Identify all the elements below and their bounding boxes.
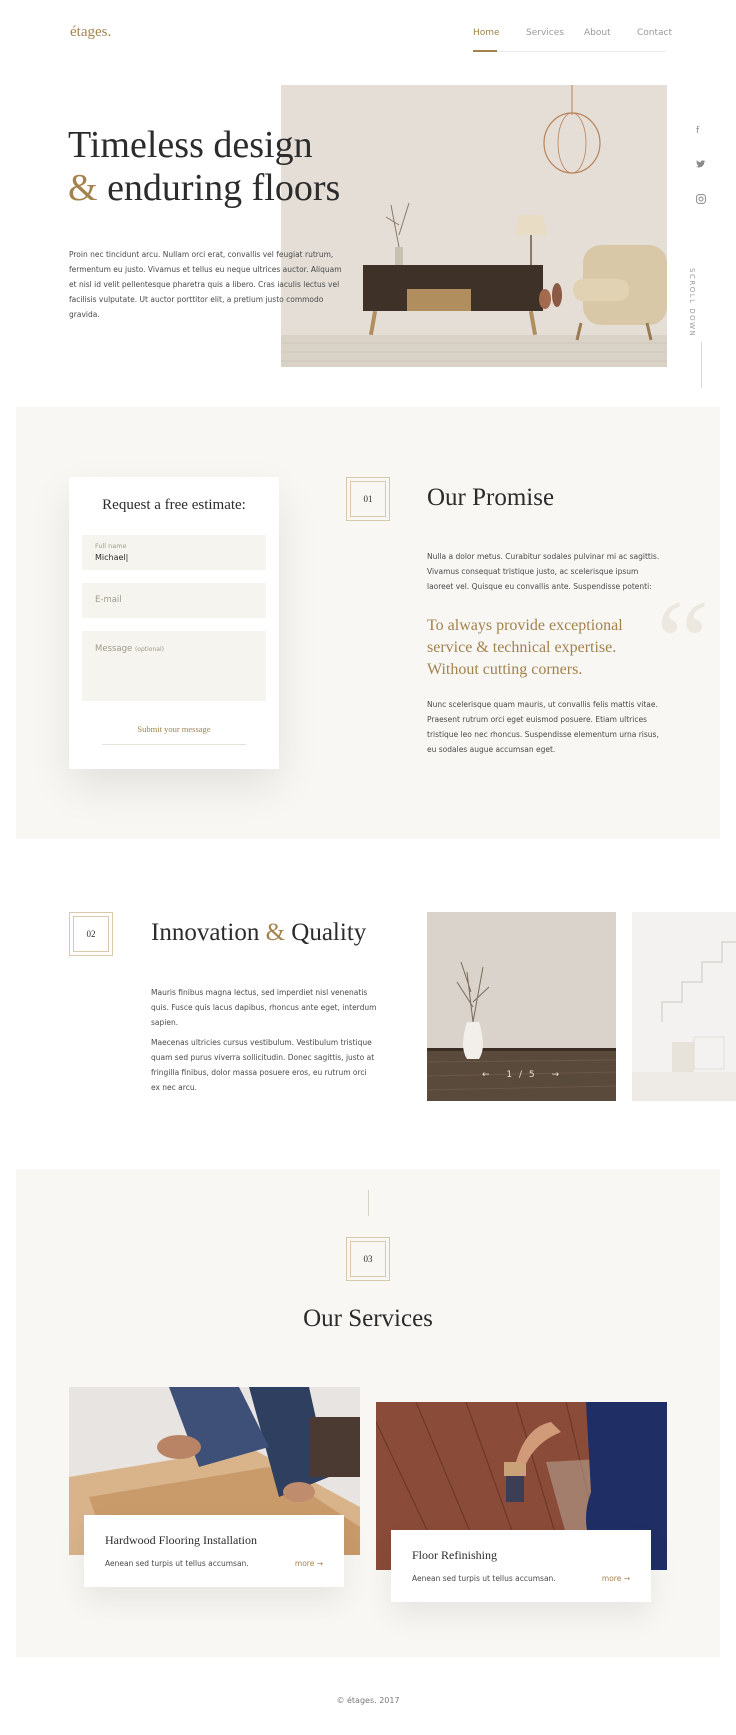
- quote-mark-icon: “: [656, 575, 710, 708]
- email-placeholder: E-mail: [95, 595, 122, 605]
- hero-title-line2: enduring floors: [107, 167, 341, 209]
- innovation-text-2: Maecenas ultricies cursus vestibulum. Ve…: [151, 1038, 375, 1092]
- section-number-01: 01: [346, 477, 390, 521]
- instagram-icon[interactable]: [696, 194, 706, 207]
- section-number-01-label: 01: [350, 481, 386, 517]
- slider-image-2[interactable]: [632, 912, 736, 1101]
- innovation-title: Innovation & Quality: [151, 919, 366, 947]
- email-field[interactable]: E-mail: [82, 583, 266, 618]
- slider-image-1[interactable]: ← 1 / 5 →: [427, 912, 616, 1101]
- nav-contact[interactable]: Contact: [637, 28, 672, 38]
- message-label: Message: [95, 644, 133, 654]
- slider-prev-button[interactable]: ←: [482, 1070, 492, 1080]
- scroll-down-label[interactable]: SCROLL DOWN: [688, 268, 696, 337]
- estimate-title: Request a free estimate:: [102, 497, 246, 513]
- slider-controls: ← 1 / 5 →: [427, 1070, 616, 1080]
- nav-home[interactable]: Home: [473, 28, 500, 38]
- fullname-label: Full name: [95, 542, 127, 550]
- promise-title: Our Promise: [427, 484, 555, 511]
- nav-services[interactable]: Services: [526, 28, 564, 38]
- service-title-refinishing: Floor Refinishing: [412, 1548, 498, 1562]
- section-number-02: 02: [69, 912, 113, 956]
- estimate-form-card: Request a free estimate: Full name Micha…: [69, 477, 279, 769]
- section-number-03: 03: [346, 1237, 390, 1281]
- hero-title-line1: Timeless design: [68, 124, 313, 166]
- service-more-link-hardwood[interactable]: more →: [295, 1559, 323, 1568]
- section-number-02-label: 02: [73, 916, 109, 952]
- innovation-title-ampersand: &: [265, 919, 286, 946]
- section-number-03-label: 03: [350, 1241, 386, 1277]
- twitter-icon[interactable]: [696, 160, 706, 172]
- service-card-refinishing[interactable]: Floor Refinishing Aenean sed turpis ut t…: [391, 1530, 651, 1602]
- logo[interactable]: étages.: [70, 24, 111, 41]
- message-field[interactable]: Message (optional): [82, 631, 266, 701]
- innovation-text-1: Mauris finibus magna lectus, sed imperdi…: [151, 988, 377, 1027]
- hero-title: Timeless design & enduring floors: [68, 124, 340, 210]
- hero-title-ampersand: &: [68, 167, 98, 209]
- promise-text-1: Nulla a dolor metus. Curabitur sodales p…: [427, 552, 660, 591]
- slider-next-button[interactable]: →: [551, 1070, 561, 1080]
- nav-active-indicator: [473, 50, 497, 52]
- message-optional-label: (optional): [134, 646, 164, 653]
- footer-copyright: © étages. 2017: [336, 1696, 400, 1705]
- hero-description: Proin nec tincidunt arcu. Nullam orci er…: [69, 250, 342, 319]
- fullname-value: Michael|: [95, 553, 129, 562]
- nav-about[interactable]: About: [584, 28, 611, 38]
- promise-text-2: Nunc scelerisque quam mauris, ut convall…: [427, 700, 659, 754]
- facebook-icon[interactable]: f: [696, 126, 699, 136]
- submit-button[interactable]: Submit your message: [69, 724, 279, 734]
- services-title: Our Services: [303, 1305, 433, 1332]
- service-card-hardwood[interactable]: Hardwood Flooring Installation Aenean se…: [84, 1515, 344, 1587]
- service-desc-refinishing: Aenean sed turpis ut tellus accumsan.: [412, 1574, 556, 1583]
- promise-quote: To always provide exceptional service & …: [427, 617, 623, 678]
- innovation-title-part2: Quality: [291, 919, 367, 946]
- submit-underline: [102, 744, 246, 745]
- slider-counter: 1 / 5: [506, 1070, 537, 1080]
- service-more-link-refinishing[interactable]: more →: [602, 1574, 630, 1583]
- scroll-line: [701, 342, 702, 388]
- service-title-hardwood: Hardwood Flooring Installation: [105, 1533, 257, 1547]
- service-desc-hardwood: Aenean sed turpis ut tellus accumsan.: [105, 1559, 249, 1568]
- services-divider-line: [368, 1190, 369, 1216]
- fullname-field[interactable]: Full name Michael|: [82, 535, 266, 570]
- innovation-title-part1: Innovation: [151, 919, 260, 946]
- nav-divider: [473, 51, 666, 52]
